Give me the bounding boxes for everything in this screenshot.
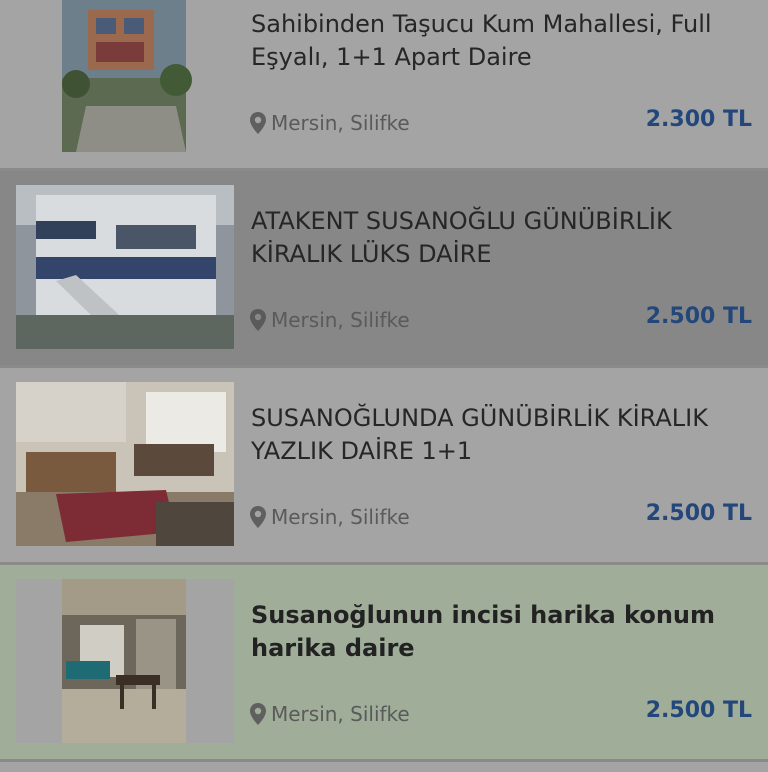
listing-price: 2.500 TL — [645, 698, 752, 723]
listing-thumbnail[interactable] — [16, 579, 234, 743]
location-pin-icon — [250, 309, 266, 331]
listing-row[interactable] — [0, 762, 768, 772]
listing-location: Mersin, Silifke — [249, 308, 410, 332]
location-pin-icon — [250, 703, 266, 725]
listing-thumbnail[interactable] — [16, 382, 234, 546]
listing-price: 2.500 TL — [645, 501, 752, 526]
interior-photo-icon — [16, 579, 234, 743]
listing-title[interactable]: SUSANOĞLUNDA GÜNÜBİRLİK KİRALIK YAZLIK D… — [251, 402, 756, 468]
listing-location: Mersin, Silifke — [249, 505, 410, 529]
building-photo-icon — [16, 185, 234, 349]
living-room-photo-icon — [16, 382, 234, 546]
listing-row[interactable]: Susanoğlunun incisi harika konum harika … — [0, 565, 768, 759]
location-text: Mersin, Silifke — [271, 505, 410, 529]
listing-list: Sahibinden Taşucu Kum Mahallesi, Full Eş… — [0, 0, 768, 772]
listing-row[interactable]: SUSANOĞLUNDA GÜNÜBİRLİK KİRALIK YAZLIK D… — [0, 368, 768, 562]
listing-title[interactable]: Susanoğlunun incisi harika konum harika … — [251, 599, 756, 665]
listing-thumbnail[interactable] — [16, 0, 234, 152]
listing-location: Mersin, Silifke — [249, 702, 410, 726]
house-photo-icon — [16, 0, 234, 152]
location-text: Mersin, Silifke — [271, 702, 410, 726]
location-pin-icon — [250, 506, 266, 528]
location-text: Mersin, Silifke — [271, 308, 410, 332]
listing-price: 2.300 TL — [645, 107, 752, 132]
location-pin-icon — [250, 112, 266, 134]
listing-thumbnail[interactable] — [16, 185, 234, 349]
listing-row[interactable]: ATAKENT SUSANOĞLU GÜNÜBİRLİK KİRALIK LÜK… — [0, 171, 768, 365]
listing-price: 2.500 TL — [645, 304, 752, 329]
listing-row[interactable]: Sahibinden Taşucu Kum Mahallesi, Full Eş… — [0, 0, 768, 168]
listing-title[interactable]: Sahibinden Taşucu Kum Mahallesi, Full Eş… — [251, 8, 756, 74]
listing-title[interactable]: ATAKENT SUSANOĞLU GÜNÜBİRLİK KİRALIK LÜK… — [251, 205, 756, 271]
listing-location: Mersin, Silifke — [249, 111, 410, 135]
location-text: Mersin, Silifke — [271, 111, 410, 135]
